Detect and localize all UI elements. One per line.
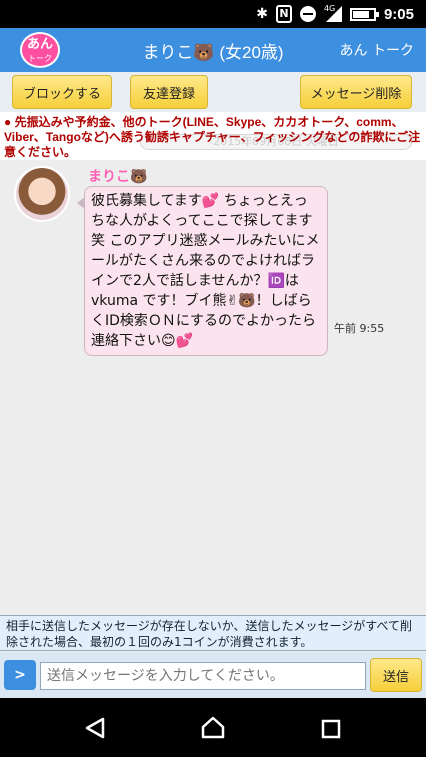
send-button[interactable]: 送信 xyxy=(370,658,422,692)
action-bar: ブロックする 友達登録 メッセージ削除 xyxy=(0,72,426,112)
app-header: あん トーク まりこ🐻 (女20歳) あん トーク xyxy=(0,28,426,72)
bluetooth-icon: ✱ xyxy=(256,6,268,22)
network-type: 4G xyxy=(323,4,336,13)
nfc-icon: N xyxy=(275,5,292,23)
chat-area[interactable]: まりこ🐻 彼氏募集してます💕 ちょっとえっちな人がよくってここで探してます笑 こ… xyxy=(0,160,426,615)
fraud-warning: 2015年09月08日 火曜日 ● 先振込みや予約金、他のトーク(LINE、Sk… xyxy=(0,112,426,160)
status-time: 9:05 xyxy=(383,5,414,23)
recent-apps-icon[interactable] xyxy=(321,719,341,739)
block-button[interactable]: ブロックする xyxy=(12,75,112,109)
status-bar: ✱ N 4G 9:05 xyxy=(0,0,426,28)
coin-notice: 相手に送信したメッセージが存在しないか、送信したメッセージがすべて削除された場合… xyxy=(0,615,426,651)
expand-button[interactable]: > xyxy=(4,660,36,690)
system-nav-bar xyxy=(0,698,426,757)
message-time: 午前 9:55 xyxy=(334,322,385,335)
add-friend-button[interactable]: 友達登録 xyxy=(130,75,208,109)
avatar[interactable] xyxy=(14,166,70,222)
signal-icon: 4G xyxy=(323,4,342,22)
sender-name: まりこ🐻 xyxy=(88,169,148,185)
home-icon[interactable] xyxy=(201,715,225,739)
status-icons: ✱ N 4G 9:05 xyxy=(256,4,414,24)
message-input-bar: > 送信 xyxy=(0,652,426,698)
back-icon[interactable] xyxy=(84,717,106,739)
message-input[interactable] xyxy=(40,662,366,690)
battery-icon xyxy=(349,7,379,21)
do-not-disturb-icon xyxy=(299,6,316,22)
message-bubble[interactable]: 彼氏募集してます💕 ちょっとえっちな人がよくってここで探してます笑 このアプリ迷… xyxy=(77,186,328,356)
delete-messages-button[interactable]: メッセージ削除 xyxy=(300,75,412,109)
warning-text: ● 先振込みや予約金、他のトーク(LINE、Skype、カカオトーク、comm、… xyxy=(4,115,421,159)
battery-level xyxy=(352,10,369,18)
app-name-label: あん トーク xyxy=(339,43,414,59)
